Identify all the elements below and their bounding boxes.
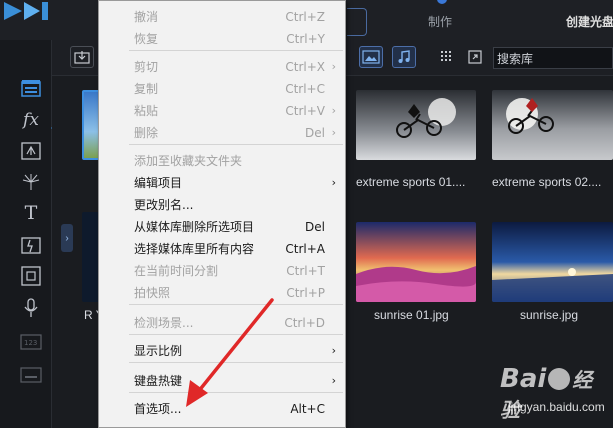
paw-icon — [548, 368, 571, 390]
baidu-watermark: Bai 经验 jingyan.baidu.com — [470, 360, 610, 422]
watermark-brand: Bai — [500, 364, 547, 394]
watermark-url: jingyan.baidu.com — [508, 400, 605, 414]
